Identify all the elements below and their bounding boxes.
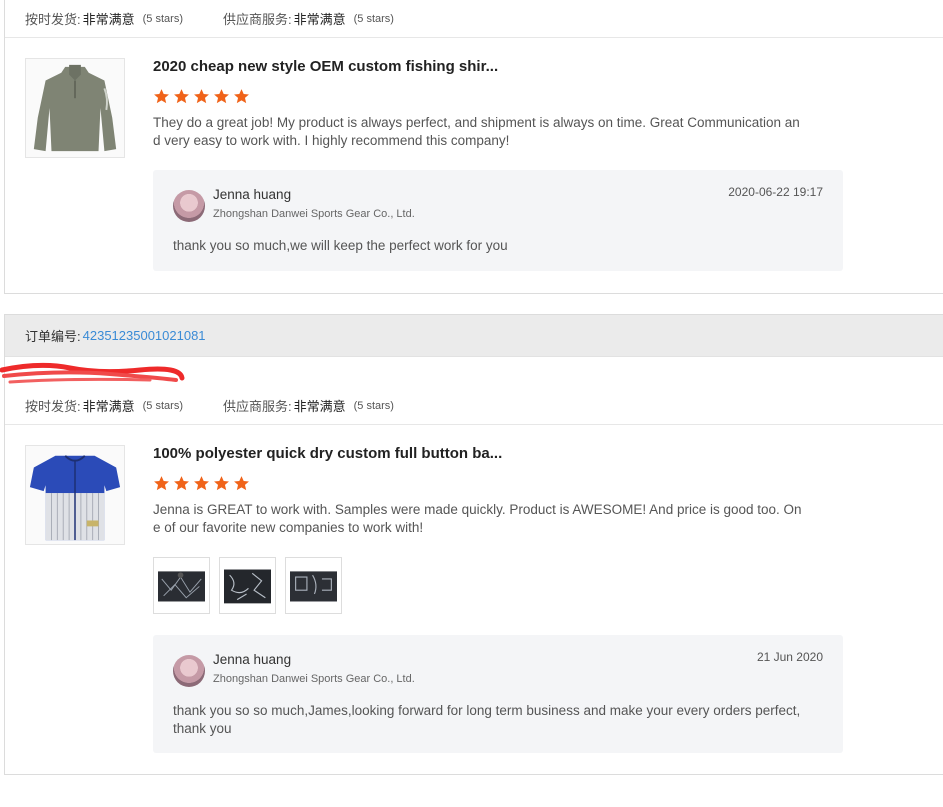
service-value: 非常满意	[293, 12, 346, 27]
reply-name: Jenna huang	[213, 652, 292, 667]
star-icon	[214, 89, 229, 104]
ontime-value: 非常满意	[82, 399, 135, 414]
supplier-reply: Jenna huang Zhongshan Danwei Sports Gear…	[153, 170, 843, 271]
ontime-stars: (5 stars)	[142, 12, 183, 25]
review-photo[interactable]	[285, 557, 342, 614]
ratings-row: 按时发货: 非常满意 (5 stars) 供应商服务: 非常满意 (5 star…	[5, 0, 943, 38]
reply-text: thank you so so much,James,looking forwa…	[173, 703, 801, 736]
ontime-stars: (5 stars)	[142, 399, 183, 412]
review-comment: Jenna is GREAT to work with. Samples wer…	[153, 502, 802, 535]
service-value: 非常满意	[293, 399, 346, 414]
review-photos	[153, 557, 342, 614]
rating-stars	[153, 88, 250, 105]
star-icon	[194, 89, 209, 104]
rating-stars	[153, 475, 250, 492]
reply-name: Jenna huang	[213, 187, 292, 202]
star-icon	[154, 476, 169, 491]
reply-text: thank you so much,we will keep the perfe…	[173, 238, 508, 253]
review-photo-image	[290, 562, 337, 609]
review-card: 按时发货: 非常满意 (5 stars) 供应商服务: 非常满意 (5 star…	[4, 0, 943, 294]
service-label: 供应商服务:	[222, 399, 292, 414]
supplier-reply: Jenna huang Zhongshan Danwei Sports Gear…	[153, 635, 843, 753]
service-stars: (5 stars)	[353, 12, 394, 25]
service-label: 供应商服务:	[222, 12, 292, 27]
review-photo[interactable]	[153, 557, 210, 614]
reply-date: 21 Jun 2020	[756, 650, 823, 664]
reply-company: Zhongshan Danwei Sports Gear Co., Ltd.	[213, 673, 415, 685]
avatar	[173, 655, 205, 687]
fishing-shirt-image	[26, 59, 124, 157]
reply-company: Zhongshan Danwei Sports Gear Co., Ltd.	[213, 208, 415, 220]
product-thumbnail[interactable]	[25, 445, 125, 545]
product-thumbnail[interactable]	[25, 58, 125, 158]
avatar	[173, 190, 205, 222]
product-title[interactable]: 2020 cheap new style OEM custom fishing …	[153, 58, 498, 75]
ontime-label: 按时发货:	[25, 12, 81, 27]
review-photo[interactable]	[219, 557, 276, 614]
ontime-value: 非常满意	[82, 12, 135, 27]
product-title[interactable]: 100% polyester quick dry custom full but…	[153, 445, 502, 462]
order-bar: 订单编号: 42351235001021081	[5, 315, 943, 357]
star-icon	[234, 476, 249, 491]
star-icon	[194, 476, 209, 491]
review-comment: They do a great job! My product is alway…	[153, 115, 800, 148]
star-icon	[234, 89, 249, 104]
service-stars: (5 stars)	[353, 399, 394, 412]
star-icon	[174, 476, 189, 491]
review-photo-image	[224, 562, 271, 609]
ontime-label: 按时发货:	[25, 399, 81, 414]
redaction-scribble	[0, 362, 185, 384]
order-number-label: 订单编号:	[25, 329, 81, 344]
star-icon	[154, 89, 169, 104]
star-icon	[214, 476, 229, 491]
star-icon	[174, 89, 189, 104]
reply-date: 2020-06-22 19:17	[728, 185, 823, 199]
ratings-row: 按时发货: 非常满意 (5 stars) 供应商服务: 非常满意 (5 star…	[5, 387, 943, 425]
review-photo-image	[158, 562, 205, 609]
order-number-link[interactable]: 42351235001021081	[83, 328, 206, 343]
baseball-jersey-image	[26, 446, 124, 544]
